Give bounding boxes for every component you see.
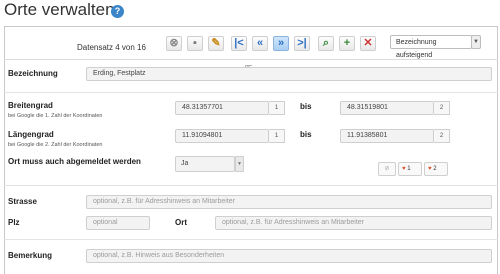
record-counter: Datensatz 4 von 16 <box>77 43 146 52</box>
bezeichnung-label: Bezeichnung <box>8 69 58 78</box>
bemerkung-label: Bemerkung <box>8 251 53 260</box>
divider <box>4 239 498 240</box>
pin-label: 1 <box>407 166 411 172</box>
magnifier-icon[interactable]: ⌕ <box>318 36 334 51</box>
abmelden-select[interactable]: Ja <box>175 156 235 172</box>
page-title: Orte verwalten <box>4 0 115 19</box>
cancel-circle-icon: ⊘ <box>384 166 390 172</box>
strasse-label: Strasse <box>8 197 37 206</box>
double-right-icon[interactable]: » <box>273 36 289 51</box>
cancel-circle-icon[interactable]: ⊗ <box>166 36 182 51</box>
pencil-icon[interactable]: ✎ <box>208 36 224 51</box>
breitengrad-to-badge: 2 <box>434 101 450 115</box>
map-pin-icon: ♥ <box>402 166 406 172</box>
divider <box>4 92 498 93</box>
divider <box>4 185 498 186</box>
strasse-input[interactable]: optional, z.B. für Adresshinweis an Mita… <box>86 195 492 209</box>
clear-pins-button[interactable]: ⊘ <box>378 162 396 176</box>
last-icon[interactable]: >| <box>294 36 310 51</box>
breitengrad-from-badge: 1 <box>269 101 285 115</box>
breitengrad-bis-label: bis <box>300 102 312 111</box>
pin-1-button[interactable]: ♥ 1 <box>398 162 422 176</box>
laengengrad-bis-label: bis <box>300 130 312 139</box>
bemerkung-input[interactable]: optional, z.B. Hinweis aus Besonderheite… <box>86 249 492 263</box>
first-icon[interactable]: |< <box>231 36 247 51</box>
question-circle-icon[interactable]: ? <box>111 5 124 18</box>
laengengrad-from-badge: 1 <box>269 129 285 143</box>
double-left-icon[interactable]: « <box>252 36 268 51</box>
breitengrad-to-input[interactable]: 48.31519801 <box>340 101 434 115</box>
laengengrad-hint: bei Google die 2. Zahl der Koordinaten <box>8 142 103 148</box>
map-pin-icon: ♥ <box>428 166 432 172</box>
chevron-down-icon[interactable]: ▼ <box>471 35 481 49</box>
laengengrad-to-input[interactable]: 11.91385801 <box>340 129 434 143</box>
chevron-down-icon[interactable]: ▼ <box>235 156 244 172</box>
breitengrad-hint: bei Google die 1. Zahl der Koordinaten <box>8 113 103 119</box>
ort-input[interactable]: optional, z.B. für Adresshinweis an Mita… <box>215 216 492 230</box>
sort-select[interactable]: Bezeichnung aufsteigend <box>390 35 472 59</box>
breitengrad-label: Breitengrad <box>8 101 53 110</box>
floppy-disk-icon[interactable]: ▪ <box>187 36 203 51</box>
breitengrad-from-input[interactable]: 48.31357701 <box>175 101 269 115</box>
delete-document-icon[interactable]: ✕ <box>360 36 376 51</box>
plz-input[interactable]: optional <box>86 216 150 230</box>
ort-label: Ort <box>175 218 187 227</box>
laengengrad-from-input[interactable]: 11.91094801 <box>175 129 269 143</box>
bezeichnung-input[interactable]: Erding, Festplatz <box>86 67 492 81</box>
pin-label: 2 <box>433 166 437 172</box>
pin-2-button[interactable]: ♥ 2 <box>424 162 448 176</box>
laengengrad-label: Längengrad <box>8 130 54 139</box>
laengengrad-to-badge: 2 <box>434 129 450 143</box>
plz-label: Plz <box>8 218 20 227</box>
new-document-icon[interactable]: + <box>339 36 355 51</box>
abmelden-label: Ort muss auch abgemeldet werden <box>8 157 141 166</box>
